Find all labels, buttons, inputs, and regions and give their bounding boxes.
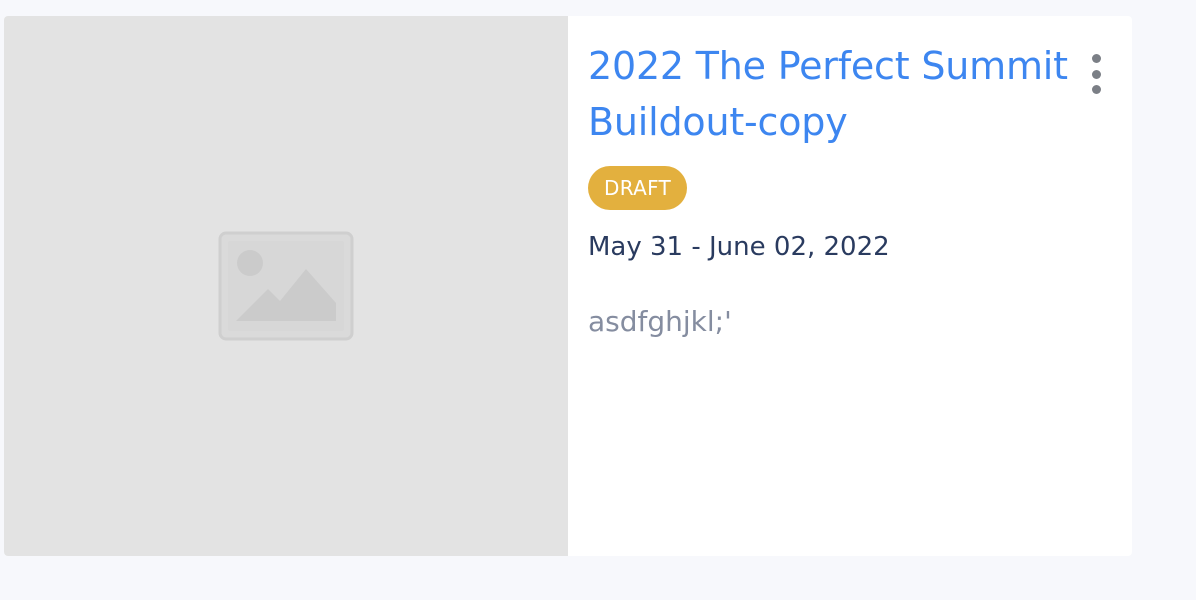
event-info: 2022 The Perfect Summit Buildout-copy DR…	[568, 16, 1132, 556]
more-vertical-icon	[1091, 69, 1101, 79]
image-placeholder-icon	[218, 231, 354, 341]
event-description: asdfghjkl;'	[588, 305, 732, 338]
more-options-button[interactable]	[1084, 54, 1108, 94]
event-date-range: May 31 - June 02, 2022	[588, 232, 890, 262]
more-vertical-icon	[1091, 54, 1101, 63]
event-thumbnail	[4, 16, 568, 556]
event-title[interactable]: 2022 The Perfect Summit Buildout-copy	[588, 38, 1068, 150]
more-vertical-icon	[1091, 85, 1101, 94]
status-badge: DRAFT	[588, 166, 688, 210]
event-card[interactable]: 2022 The Perfect Summit Buildout-copy DR…	[4, 16, 1132, 556]
